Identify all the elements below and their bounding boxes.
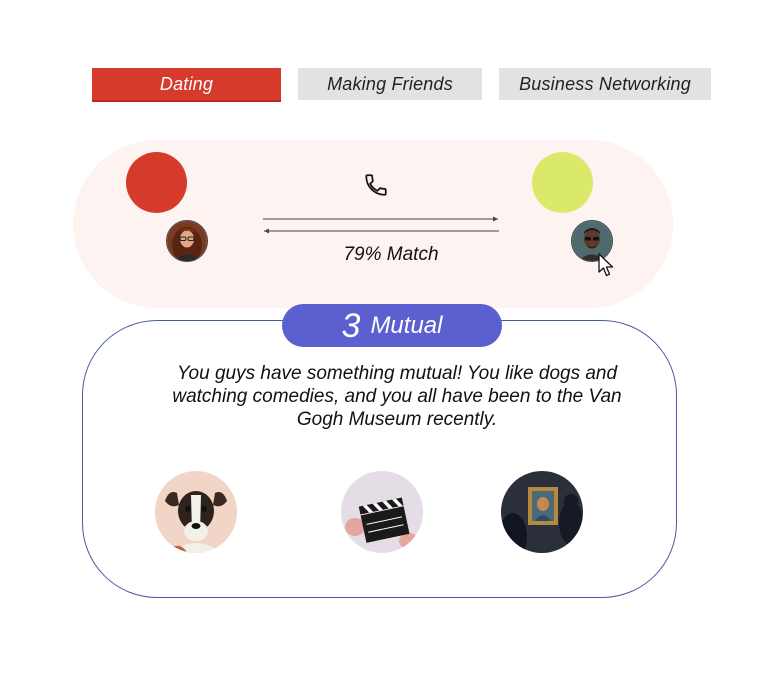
tab-business-networking[interactable]: Business Networking [499, 68, 711, 100]
tab-dating[interactable]: Dating [92, 68, 281, 100]
cursor-icon [598, 253, 614, 277]
match-percentage: 79% Match [343, 244, 439, 265]
user-color-dot [126, 152, 187, 213]
phone-icon[interactable] [363, 172, 389, 198]
mutual-badge[interactable]: 3 Mutual [282, 304, 502, 347]
mutual-count: 3 [341, 306, 361, 345]
user-avatar[interactable] [166, 220, 208, 262]
mutual-description: You guys have something mutual! You like… [172, 363, 622, 430]
mutual-label: Mutual [370, 311, 443, 339]
exchange-arrows-icon [263, 216, 499, 234]
museum-painting-icon [501, 471, 583, 553]
tab-making-friends[interactable]: Making Friends [298, 68, 482, 100]
clapperboard-icon [341, 471, 423, 553]
dog-icon [155, 471, 237, 553]
match-color-dot [532, 152, 593, 213]
